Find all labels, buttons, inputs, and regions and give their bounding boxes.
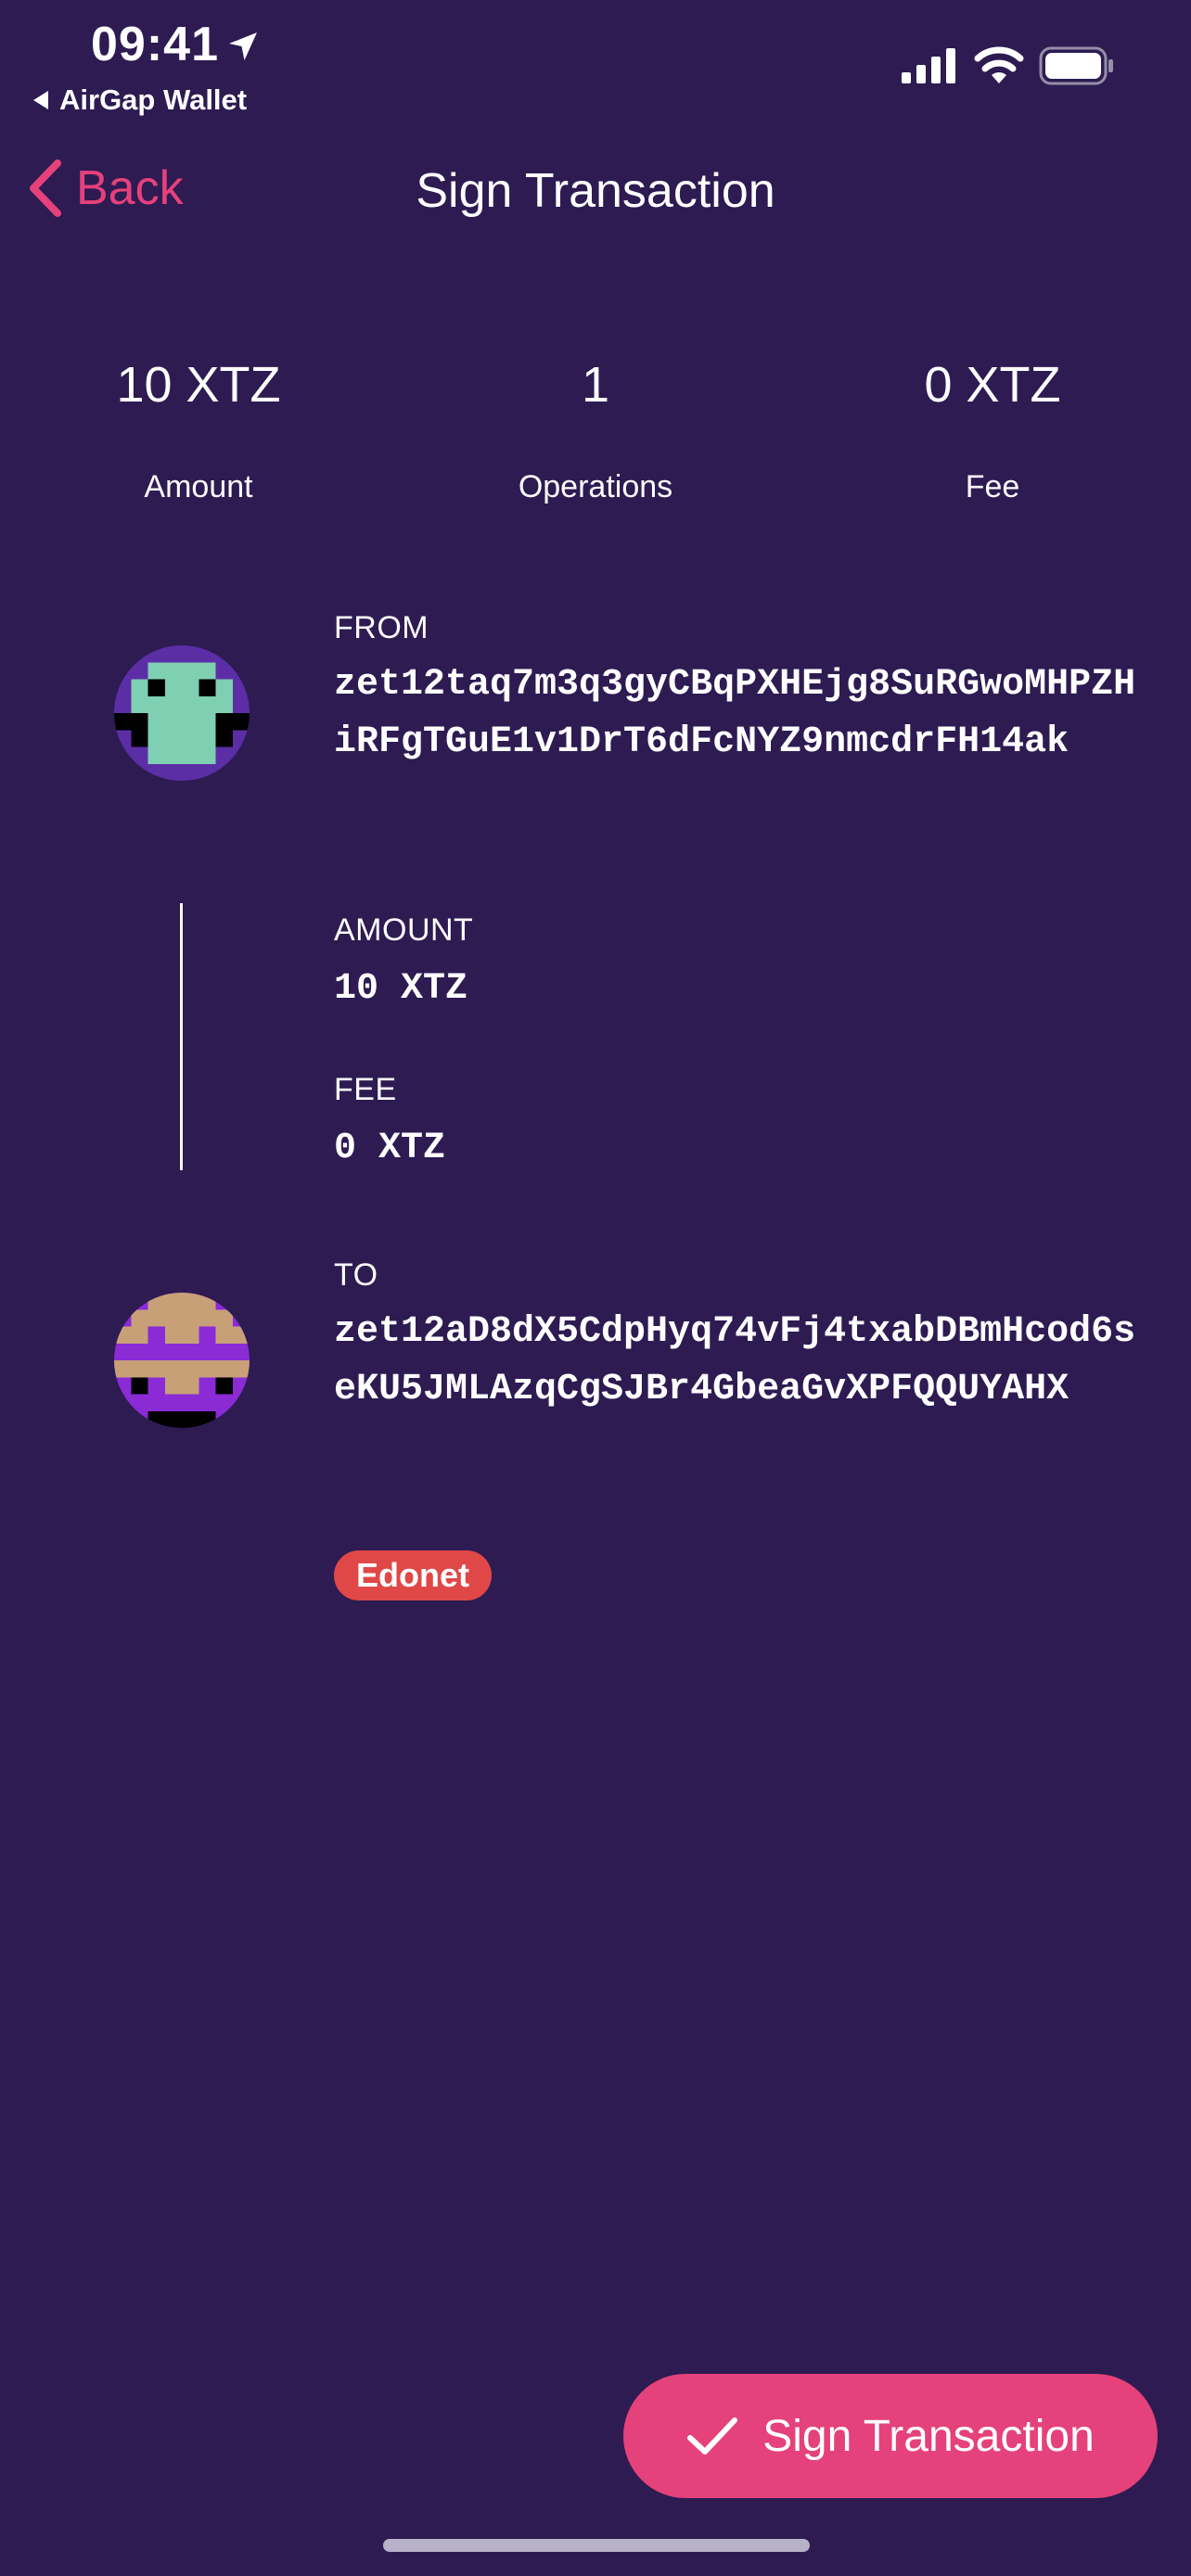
summary-amount-label: Amount <box>144 469 253 504</box>
to-label: TO <box>334 1257 378 1293</box>
sign-transaction-button[interactable]: Sign Transaction <box>623 2374 1158 2498</box>
battery-icon <box>1039 46 1113 85</box>
amount-label: AMOUNT <box>334 912 474 948</box>
page-title: Sign Transaction <box>416 164 775 218</box>
signal-icon <box>902 48 955 83</box>
network-badge: Edonet <box>334 1550 492 1600</box>
from-label: FROM <box>334 610 429 645</box>
location-arrow-icon <box>229 32 257 60</box>
summary-amount: 10 XTZ Amount <box>0 352 397 505</box>
fee-value: 0 XTZ <box>334 1128 446 1169</box>
summary-operations-value: 1 <box>581 357 610 413</box>
amount-value: 10 XTZ <box>334 968 468 1010</box>
from-address: zet12taq7m3q3gyCBqPXHEjg8SuRGwoMHPZHiRFg… <box>334 664 1136 763</box>
summary-operations: 1 Operations <box>397 352 794 505</box>
summary-fee-value: 0 XTZ <box>924 357 1061 413</box>
summary-fee: 0 XTZ Fee <box>794 352 1191 505</box>
to-address: zet12aD8dX5CdpHyq74vFj4txabDBmHcod6seKU5… <box>334 1311 1136 1410</box>
from-identicon <box>114 645 250 781</box>
home-indicator[interactable] <box>383 2539 810 2552</box>
summary-fee-label: Fee <box>965 469 1020 504</box>
transaction-connector-line <box>180 903 183 1170</box>
transaction-summary: 10 XTZ Amount 1 Operations 0 XTZ Fee <box>0 352 1191 505</box>
to-identicon <box>114 1293 250 1428</box>
status-time: 09:41 <box>91 18 219 71</box>
back-to-app[interactable]: AirGap Wallet <box>33 83 247 117</box>
summary-operations-label: Operations <box>518 469 673 504</box>
sign-transaction-label: Sign Transaction <box>762 2411 1095 2461</box>
checkmark-icon <box>687 2417 738 2455</box>
back-triangle-icon <box>33 91 48 109</box>
wifi-icon <box>974 46 1024 83</box>
back-app-label: AirGap Wallet <box>59 83 248 116</box>
summary-amount-value: 10 XTZ <box>116 357 281 413</box>
fee-label: FEE <box>334 1072 397 1107</box>
